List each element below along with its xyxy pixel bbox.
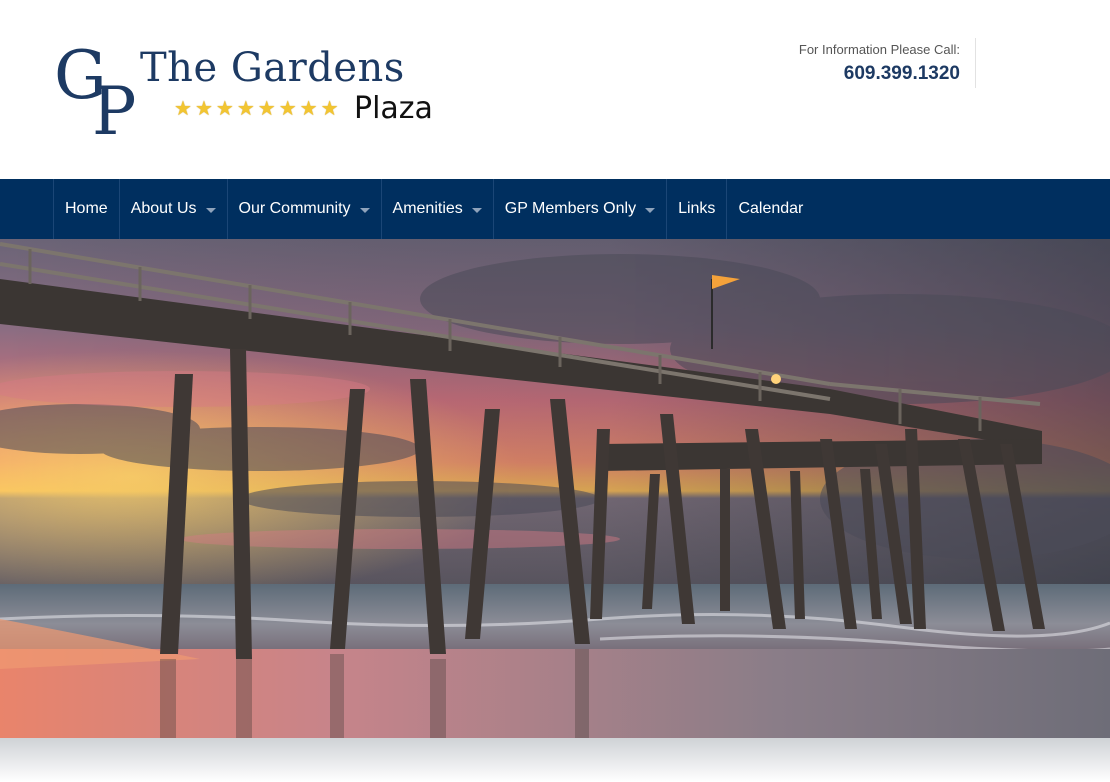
nav-item-label: About Us — [130, 200, 197, 217]
nav-item-links[interactable]: Links — [666, 179, 726, 239]
star-icon: ★ — [215, 98, 234, 120]
contact-phone[interactable]: 609.399.1320 — [799, 63, 960, 85]
hero-image — [0, 239, 1110, 738]
chevron-down-icon — [471, 208, 482, 213]
pier-sunset-illustration — [0, 239, 1110, 738]
nav-item-our-community[interactable]: Our Community — [226, 179, 381, 239]
chevron-down-icon — [205, 208, 216, 213]
nav-item-about-us[interactable]: About Us — [118, 179, 227, 239]
nav-item-label: Links — [678, 200, 716, 217]
nav-item-amenities[interactable]: Amenities — [380, 179, 493, 239]
chevron-down-icon — [645, 208, 656, 213]
svg-text:P: P — [92, 73, 136, 141]
logo-title: The Gardens — [140, 45, 405, 91]
logo-stars: ★ ★ ★ ★ ★ ★ ★ ★ — [174, 99, 339, 119]
nav-item-label: Home — [65, 200, 108, 217]
star-icon: ★ — [174, 98, 192, 120]
nav-item-label: Amenities — [392, 200, 463, 217]
star-icon: ★ — [299, 98, 318, 120]
star-icon: ★ — [320, 98, 339, 120]
star-icon: ★ — [278, 98, 297, 120]
contact-info: For Information Please Call: 609.399.132… — [799, 42, 960, 85]
hero-shadow — [0, 738, 1110, 782]
contact-divider — [975, 38, 976, 88]
star-icon: ★ — [236, 98, 255, 120]
chevron-down-icon — [359, 208, 370, 213]
nav-item-home[interactable]: Home — [53, 179, 119, 239]
star-icon: ★ — [257, 98, 276, 120]
nav-item-label: GP Members Only — [504, 200, 637, 217]
logo-subtitle: Plaza — [354, 91, 433, 126]
contact-label: For Information Please Call: — [798, 42, 960, 57]
nav-item-label: Our Community — [238, 200, 351, 217]
gp-monogram-icon: G P — [54, 37, 136, 141]
nav-item-calendar[interactable]: Calendar — [726, 179, 814, 239]
nav-item-gp-members-only[interactable]: GP Members Only — [492, 179, 666, 239]
nav-item-label: Calendar — [738, 200, 804, 217]
star-icon: ★ — [194, 98, 213, 120]
site-logo[interactable]: G P The Gardens ★ ★ ★ ★ ★ ★ ★ ★ Plaza — [52, 36, 452, 146]
main-nav: Home About Us Our Community Amenities GP… — [0, 179, 1110, 239]
site-header: G P The Gardens ★ ★ ★ ★ ★ ★ ★ ★ Plaza Fo… — [0, 0, 1110, 179]
